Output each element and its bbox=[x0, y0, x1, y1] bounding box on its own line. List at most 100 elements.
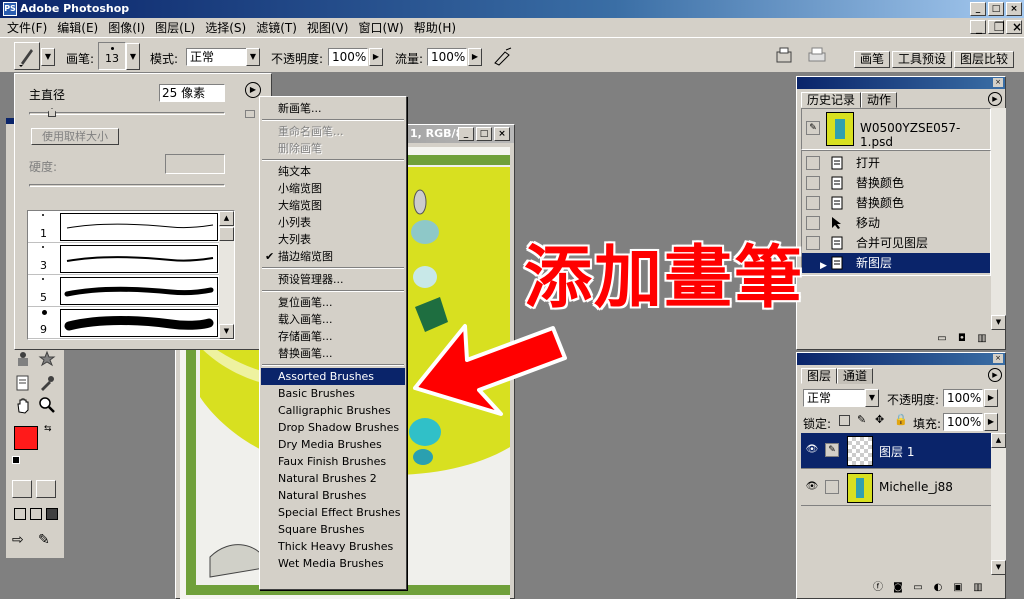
tab-channels[interactable]: 通道 bbox=[837, 368, 874, 384]
brush-source-icon[interactable]: ✎ bbox=[806, 121, 820, 135]
brush-menu-item[interactable]: 小缩览图 bbox=[261, 180, 405, 197]
brush-menu-item[interactable]: Dry Media Brushes bbox=[261, 436, 405, 453]
zoom-tool-icon[interactable] bbox=[38, 396, 56, 414]
menu-view[interactable]: 视图(V) bbox=[302, 19, 354, 36]
brush-menu-item[interactable]: 新画笔... bbox=[261, 100, 405, 117]
brush-menu-item[interactable]: 纯文本 bbox=[261, 163, 405, 180]
lock-image-icon[interactable]: ✎ bbox=[857, 413, 866, 426]
history-state-item[interactable]: 替换颜色 bbox=[802, 193, 990, 213]
layer-style-icon[interactable]: ⓕ bbox=[871, 582, 885, 594]
menu-edit[interactable]: 编辑(E) bbox=[52, 19, 103, 36]
brush-preset-item[interactable]: 9 bbox=[28, 307, 220, 339]
panel-resize-icon[interactable] bbox=[245, 110, 255, 118]
history-scrollbar[interactable]: ▼ bbox=[991, 108, 1006, 330]
brush-picker-arrow[interactable]: ▼ bbox=[126, 43, 140, 70]
menu-image[interactable]: 图像(I) bbox=[103, 19, 150, 36]
brush-menu-item[interactable]: Basic Brushes bbox=[261, 385, 405, 402]
brush-link-icon[interactable]: ✎ bbox=[825, 443, 839, 457]
history-snapshot[interactable]: ✎ W0500YZSE057-1.psd bbox=[801, 108, 991, 150]
default-colors-icon[interactable] bbox=[12, 456, 20, 464]
well-tab-brushes[interactable]: 画笔 bbox=[853, 51, 890, 68]
history-state-item[interactable]: 移动 bbox=[802, 213, 990, 233]
visibility-eye-icon[interactable]: 👁 bbox=[805, 443, 819, 457]
brush-menu-item[interactable]: 大缩览图 bbox=[261, 197, 405, 214]
history-state-item[interactable]: 替换颜色 bbox=[802, 173, 990, 193]
tab-history[interactable]: 历史记录 bbox=[801, 92, 862, 108]
diameter-slider-thumb[interactable] bbox=[48, 108, 56, 117]
layer-set-icon[interactable]: ▭ bbox=[911, 582, 925, 594]
hardness-slider-track[interactable] bbox=[29, 184, 225, 187]
adjustment-layer-icon[interactable]: ◐ bbox=[931, 582, 945, 594]
jump-to-imageready-icon[interactable]: ⇨ bbox=[12, 532, 24, 548]
menu-help[interactable]: 帮助(H) bbox=[409, 19, 461, 36]
history-close-button[interactable]: × bbox=[993, 78, 1003, 87]
lock-position-icon[interactable]: ✥ bbox=[875, 413, 884, 426]
minimize-button[interactable]: _ bbox=[970, 2, 986, 16]
hardness-input[interactable] bbox=[165, 154, 225, 174]
well-tab-layer-comps[interactable]: 图层比较 bbox=[953, 51, 1014, 68]
layers-scrollbar[interactable]: ▲ ▼ bbox=[991, 433, 1006, 575]
brush-preset-item[interactable]: 5 bbox=[28, 275, 220, 307]
airbrush-icon[interactable] bbox=[492, 46, 514, 66]
delete-state-icon[interactable]: ▥ bbox=[975, 333, 989, 345]
tab-actions[interactable]: 动作 bbox=[861, 92, 898, 108]
scroll-up-button[interactable]: ▲ bbox=[991, 433, 1006, 448]
doc-close-button[interactable]: × bbox=[1006, 20, 1022, 34]
fill-arrow[interactable]: ▶ bbox=[984, 413, 998, 431]
blend-mode-select[interactable]: 正常 bbox=[803, 389, 865, 407]
tool-preset-arrow[interactable]: ▼ bbox=[41, 48, 55, 66]
blend-mode-arrow[interactable]: ▼ bbox=[865, 389, 879, 407]
lock-all-icon[interactable]: 🔒 bbox=[894, 413, 908, 426]
quick-mask-mode-button[interactable] bbox=[36, 480, 56, 498]
maximize-button[interactable]: □ bbox=[988, 2, 1004, 16]
history-brush-source-box[interactable] bbox=[806, 196, 820, 210]
brush-menu-item[interactable]: 大列表 bbox=[261, 231, 405, 248]
brush-picker[interactable]: 13 bbox=[98, 42, 126, 70]
menu-window[interactable]: 窗口(W) bbox=[353, 19, 408, 36]
diameter-input[interactable]: 25 像素 bbox=[159, 84, 225, 102]
flow-input[interactable]: 100% bbox=[427, 48, 467, 66]
opacity-arrow[interactable]: ▶ bbox=[369, 48, 383, 66]
document-minimize-button[interactable]: _ bbox=[458, 127, 474, 141]
print-icon[interactable] bbox=[806, 46, 828, 64]
history-brush-source-box[interactable] bbox=[806, 156, 820, 170]
layers-close-button[interactable]: × bbox=[993, 354, 1003, 363]
document-maximize-button[interactable]: □ bbox=[476, 127, 492, 141]
brush-menu-item[interactable]: Special Effect Brushes bbox=[261, 504, 405, 521]
brush-menu-item[interactable]: 小列表 bbox=[261, 214, 405, 231]
brush-menu-item[interactable]: 复位画笔... bbox=[261, 294, 405, 311]
foreground-color-swatch[interactable] bbox=[14, 426, 38, 450]
scroll-thumb[interactable] bbox=[219, 227, 234, 241]
stamp-tool-icon[interactable] bbox=[14, 350, 32, 368]
tab-layers[interactable]: 图层 bbox=[801, 368, 838, 384]
doc-minimize-button[interactable]: _ bbox=[970, 20, 986, 34]
scroll-up-button[interactable]: ▲ bbox=[219, 211, 234, 226]
brush-menu-item[interactable]: Natural Brushes 2 bbox=[261, 470, 405, 487]
close-button[interactable]: × bbox=[1006, 2, 1022, 16]
standard-mode-button[interactable] bbox=[12, 480, 32, 498]
well-tab-tool-presets[interactable]: 工具预设 bbox=[891, 51, 952, 68]
brush-menu-item[interactable]: Assorted Brushes bbox=[261, 368, 405, 385]
history-brush-source-box[interactable]: ▶ bbox=[806, 256, 827, 271]
notes-tool-icon[interactable] bbox=[14, 374, 32, 392]
brush-menu-item[interactable]: Natural Brushes bbox=[261, 487, 405, 504]
menu-layer[interactable]: 图层(L) bbox=[150, 19, 200, 36]
layer-mask-icon[interactable]: ◙ bbox=[891, 582, 905, 594]
brush-menu-item[interactable]: Wet Media Brushes bbox=[261, 555, 405, 572]
history-brush-source-box[interactable] bbox=[806, 176, 820, 190]
brush-preset-item[interactable]: 1 bbox=[28, 211, 220, 243]
flow-arrow[interactable]: ▶ bbox=[468, 48, 482, 66]
brush-menu-item[interactable]: 预设管理器... bbox=[261, 271, 405, 288]
history-brush-source-box[interactable] bbox=[806, 216, 820, 230]
new-layer-icon[interactable]: ▣ bbox=[951, 582, 965, 594]
delete-layer-icon[interactable]: ▥ bbox=[971, 582, 985, 594]
hand-tool-icon[interactable] bbox=[14, 396, 32, 414]
history-brush-source-box[interactable] bbox=[806, 236, 820, 250]
edit-in-imageready-icon[interactable]: ✎ bbox=[38, 532, 50, 548]
history-menu-icon[interactable]: ▶ bbox=[988, 92, 1002, 106]
fill-input[interactable]: 100% bbox=[943, 413, 983, 431]
scroll-down-button[interactable]: ▼ bbox=[991, 560, 1006, 575]
visibility-eye-icon[interactable]: 👁 bbox=[805, 480, 819, 494]
scroll-down-button[interactable]: ▼ bbox=[219, 324, 234, 339]
brush-menu-item[interactable]: Thick Heavy Brushes bbox=[261, 538, 405, 555]
